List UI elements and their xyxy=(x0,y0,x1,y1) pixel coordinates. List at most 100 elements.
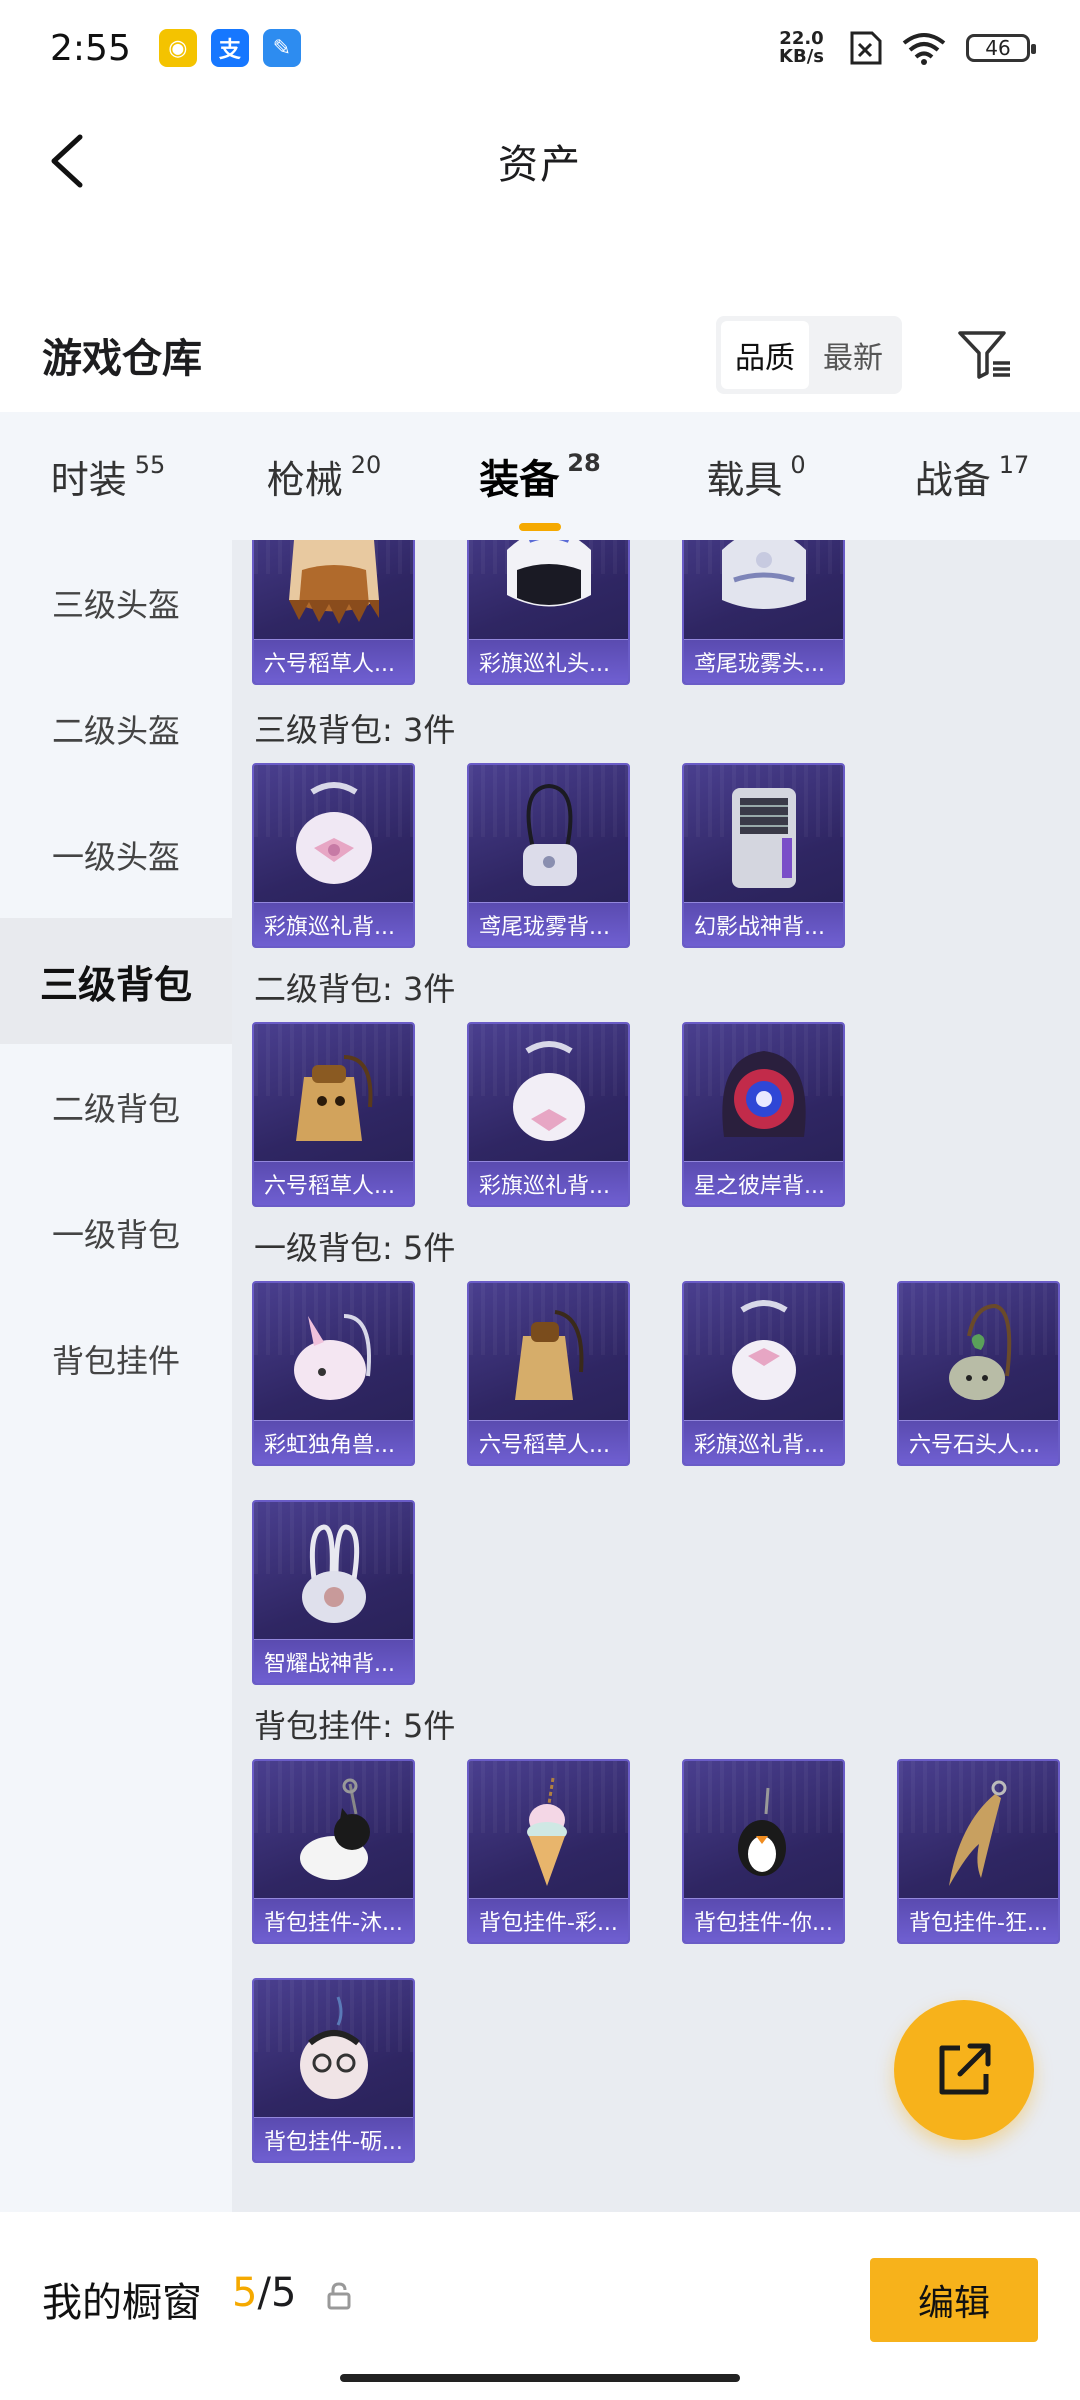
net-speed: 22.0 KB/s xyxy=(779,30,824,66)
section-title: 二级背包: 3件 xyxy=(254,970,456,1008)
item-card-label: 彩旗巡礼背... xyxy=(684,1420,843,1464)
silver-helmet-icon xyxy=(684,540,843,640)
ribbon-backpack-icon xyxy=(684,1291,843,1421)
item-card[interactable]: 彩旗巡礼背... xyxy=(252,763,415,948)
item-card-label: 彩旗巡礼头... xyxy=(469,639,628,683)
tab-label: 战备 xyxy=(914,457,991,502)
item-card[interactable]: 六号稻草人... xyxy=(252,1022,415,1207)
armored-backpack-icon xyxy=(684,773,843,903)
bear-charm-icon xyxy=(254,1988,413,2118)
page-header: 资产 xyxy=(0,96,1080,226)
sidebar-item-backpack-1[interactable]: 一级背包 xyxy=(0,1170,232,1296)
item-card[interactable]: 六号石头人... xyxy=(897,1281,1060,1466)
item-card-label: 六号稻草人... xyxy=(254,639,413,683)
showcase-bar: 我的橱窗 5/5 编辑 xyxy=(0,2212,1080,2400)
unicorn-backpack-icon xyxy=(254,1291,413,1421)
item-card-label: 彩旗巡礼背... xyxy=(469,1161,628,1205)
tab-count: 28 xyxy=(567,449,601,477)
item-card-label: 星之彼岸背... xyxy=(684,1161,843,1205)
item-card-label: 六号稻草人... xyxy=(254,1161,413,1205)
item-card[interactable]: 彩旗巡礼背... xyxy=(682,1281,845,1466)
item-card[interactable]: 背包挂件-狂... xyxy=(897,1759,1060,1944)
item-card-label: 背包挂件-砺... xyxy=(254,2117,413,2161)
item-card[interactable]: 智耀战神背... xyxy=(252,1500,415,1685)
tab-count: 17 xyxy=(998,450,1030,479)
home-indicator[interactable] xyxy=(340,2374,740,2382)
tab-firearms[interactable]: 枪械 20 xyxy=(216,449,432,504)
item-card-label: 彩旗巡礼背... xyxy=(254,902,413,946)
item-card[interactable]: 背包挂件-砺... xyxy=(252,1978,415,2163)
tab-label: 枪械 xyxy=(266,457,343,502)
tab-fashion[interactable]: 时装 55 xyxy=(0,449,216,504)
item-card[interactable]: 背包挂件-沐... xyxy=(252,1759,415,1944)
penguin-charm-icon xyxy=(684,1769,843,1899)
showcase-count: 5/5 xyxy=(232,2270,296,2316)
feather-app-icon: ✎ xyxy=(262,29,301,67)
external-link-icon xyxy=(939,2043,991,2095)
back-button[interactable] xyxy=(36,126,96,196)
net-speed-unit: KB/s xyxy=(779,46,824,67)
item-list: 六号稻草人... 彩旗巡礼头... 鸢尾珑雾头... 三级背包: 3件 彩旗巡礼… xyxy=(232,540,1080,2212)
stone-backpack-icon xyxy=(899,1291,1058,1421)
showcase-separator: / xyxy=(257,2270,271,2316)
item-card[interactable]: 背包挂件-彩... xyxy=(467,1759,630,1944)
item-card[interactable]: 鸢尾珑雾背... xyxy=(467,763,630,948)
item-card[interactable]: 彩旗巡礼背... xyxy=(467,1022,630,1207)
status-app-icons: ◉ 支 ✎ xyxy=(158,29,301,67)
pawprint-app-icon: ◉ xyxy=(158,29,197,67)
filter-button[interactable] xyxy=(948,318,1022,392)
battery-indicator: 46 xyxy=(966,34,1036,62)
item-card[interactable]: 彩旗巡礼头... xyxy=(467,540,630,685)
tab-equipment[interactable]: 装备 28 xyxy=(432,447,648,505)
showcase-title: 我的橱窗 xyxy=(42,2280,202,2326)
item-card[interactable]: 六号稻草人... xyxy=(252,540,415,685)
blade-charm-icon xyxy=(899,1769,1058,1899)
item-grid-helmets: 六号稻草人... 彩旗巡礼头... 鸢尾珑雾头... xyxy=(252,540,1072,685)
filter-icon xyxy=(958,331,1010,379)
sidebar-item-helmet-2[interactable]: 二级头盔 xyxy=(0,666,232,792)
page-title: 资产 xyxy=(498,142,582,188)
item-card-label: 背包挂件-沐... xyxy=(254,1898,413,1942)
tab-combat-gear[interactable]: 战备 17 xyxy=(864,449,1080,504)
item-grid: 彩旗巡礼背... 鸢尾珑雾背... 幻影战神背... xyxy=(252,763,1072,948)
item-card-label: 六号稻草人... xyxy=(469,1420,628,1464)
tab-label: 载具 xyxy=(706,457,783,502)
alipay-app-icon: 支 xyxy=(210,29,249,67)
share-button[interactable] xyxy=(894,2000,1034,2140)
item-card[interactable]: 鸢尾珑雾头... xyxy=(682,540,845,685)
item-card-label: 鸢尾珑雾背... xyxy=(469,902,628,946)
item-card[interactable]: 六号稻草人... xyxy=(467,1281,630,1466)
sidebar-item-backpack-3[interactable]: 三级背包 xyxy=(0,918,232,1044)
sidebar-item-helmet-3[interactable]: 三级头盔 xyxy=(0,540,232,666)
status-time: 2:55 xyxy=(50,27,131,69)
item-card-label: 智耀战神背... xyxy=(254,1639,413,1683)
ribbon-backpack-icon xyxy=(254,773,413,903)
tab-label: 装备 xyxy=(479,457,560,503)
sidebar: 三级头盔 二级头盔 一级头盔 三级背包 二级背包 一级背包 背包挂件 xyxy=(0,540,232,2212)
item-card-label: 背包挂件-彩... xyxy=(469,1898,628,1942)
item-card[interactable]: 彩虹独角兽... xyxy=(252,1281,415,1466)
item-card[interactable]: 星之彼岸背... xyxy=(682,1022,845,1207)
item-card-label: 六号石头人... xyxy=(899,1420,1058,1464)
tab-count: 20 xyxy=(350,450,382,479)
icecream-charm-icon xyxy=(469,1769,628,1899)
tab-vehicles[interactable]: 载具 0 xyxy=(648,449,864,504)
sort-option-quality[interactable]: 品质 xyxy=(721,321,809,389)
mist-backpack-icon xyxy=(469,773,628,903)
showcase-total: 5 xyxy=(270,2270,297,2316)
item-card[interactable]: 背包挂件-你... xyxy=(682,1759,845,1944)
sidebar-item-backpack-charm[interactable]: 背包挂件 xyxy=(0,1296,232,1422)
section-title: 一级背包: 5件 xyxy=(254,1229,456,1267)
item-card-label: 彩虹独角兽... xyxy=(254,1420,413,1464)
sort-option-newest[interactable]: 最新 xyxy=(809,321,897,389)
sidebar-item-backpack-2[interactable]: 二级背包 xyxy=(0,1044,232,1170)
no-sim-icon xyxy=(850,31,882,65)
chevron-left-icon xyxy=(51,134,83,188)
sidebar-item-helmet-1[interactable]: 一级头盔 xyxy=(0,792,232,918)
section-title: 背包挂件: 5件 xyxy=(254,1707,456,1745)
ribbon-backpack-icon xyxy=(469,1032,628,1162)
item-grid: 六号稻草人... 彩旗巡礼背... 星之彼岸背... xyxy=(252,1022,1072,1207)
item-card[interactable]: 幻影战神背... xyxy=(682,763,845,948)
edit-button[interactable]: 编辑 xyxy=(870,2258,1038,2342)
section-title: 三级背包: 3件 xyxy=(254,711,456,749)
